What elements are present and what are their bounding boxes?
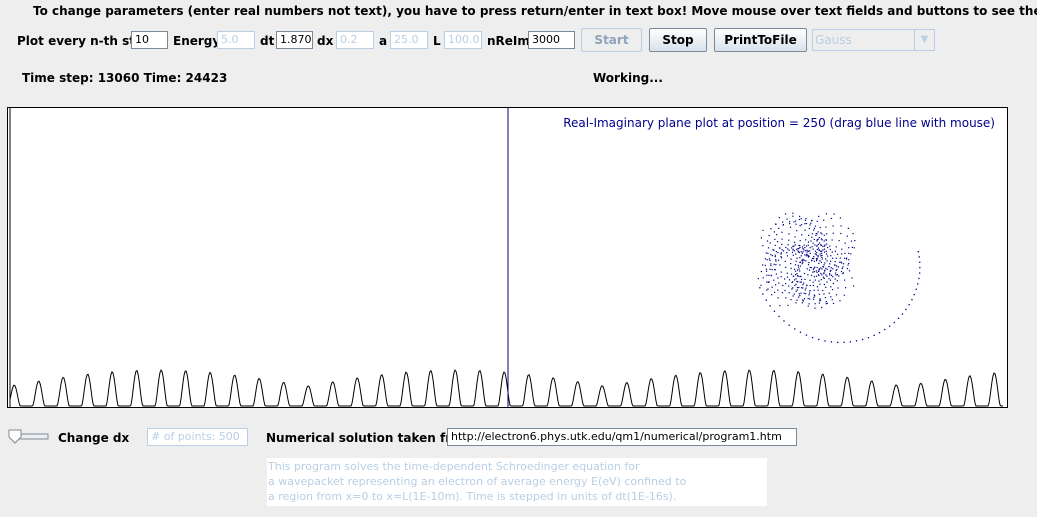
solution-url-field[interactable]: http://electron6.phys.utk.edu/qm1/numeri… [447, 428, 797, 446]
dt-label: dt [260, 34, 275, 48]
nreim-label: nReIm [487, 34, 530, 48]
energy-input[interactable]: 5.0 [217, 31, 255, 49]
a-label: a [379, 34, 388, 48]
a-input[interactable]: 25.0 [390, 31, 428, 49]
print-to-file-button[interactable]: PrintToFile [714, 28, 807, 52]
plot-panel[interactable]: Real-Imaginary plane plot at position = … [7, 107, 1008, 408]
program-description: This program solves the time-dependent S… [267, 458, 767, 506]
description-line: a wavepacket representing an electron of… [268, 475, 687, 488]
plot-annotation: Real-Imaginary plane plot at position = … [563, 116, 995, 130]
real-imaginary-scatter [757, 212, 921, 343]
L-label: L [433, 34, 441, 48]
working-status: Working... [593, 71, 663, 85]
dx-input[interactable]: 0.2 [336, 31, 374, 49]
nreim-input[interactable]: 3000 [528, 31, 575, 49]
change-dx-label: Change dx [58, 431, 130, 445]
L-input[interactable]: 100.0 [444, 31, 482, 49]
wavefunction-curve [9, 369, 1003, 407]
plot-every-input[interactable]: 10 [131, 31, 168, 49]
stop-button[interactable]: Stop [649, 28, 707, 52]
description-line: a region from x=0 to x=L(1E-10m). Time i… [268, 490, 677, 503]
wavepacket-type-value: Gauss [815, 33, 852, 47]
start-button[interactable]: Start [581, 28, 642, 52]
slider-thumb-icon[interactable] [8, 429, 22, 444]
points-count-field[interactable]: # of points: 500 [147, 428, 248, 446]
dt-input[interactable]: 1.870( [276, 31, 313, 49]
wavepacket-type-select[interactable]: Gauss ▼ [812, 29, 935, 51]
change-dx-slider[interactable] [7, 429, 51, 445]
description-line: This program solves the time-dependent S… [268, 460, 640, 473]
instruction-text: To change parameters (enter real numbers… [33, 4, 1037, 18]
energy-label: Energy [173, 34, 221, 48]
chevron-down-icon[interactable]: ▼ [914, 30, 934, 50]
plot-canvas[interactable] [8, 108, 1007, 407]
dx-label: dx [317, 34, 334, 48]
time-step-status: Time step: 13060 Time: 24423 [22, 71, 228, 85]
solution-source-label: Numerical solution taken from: [266, 431, 477, 445]
